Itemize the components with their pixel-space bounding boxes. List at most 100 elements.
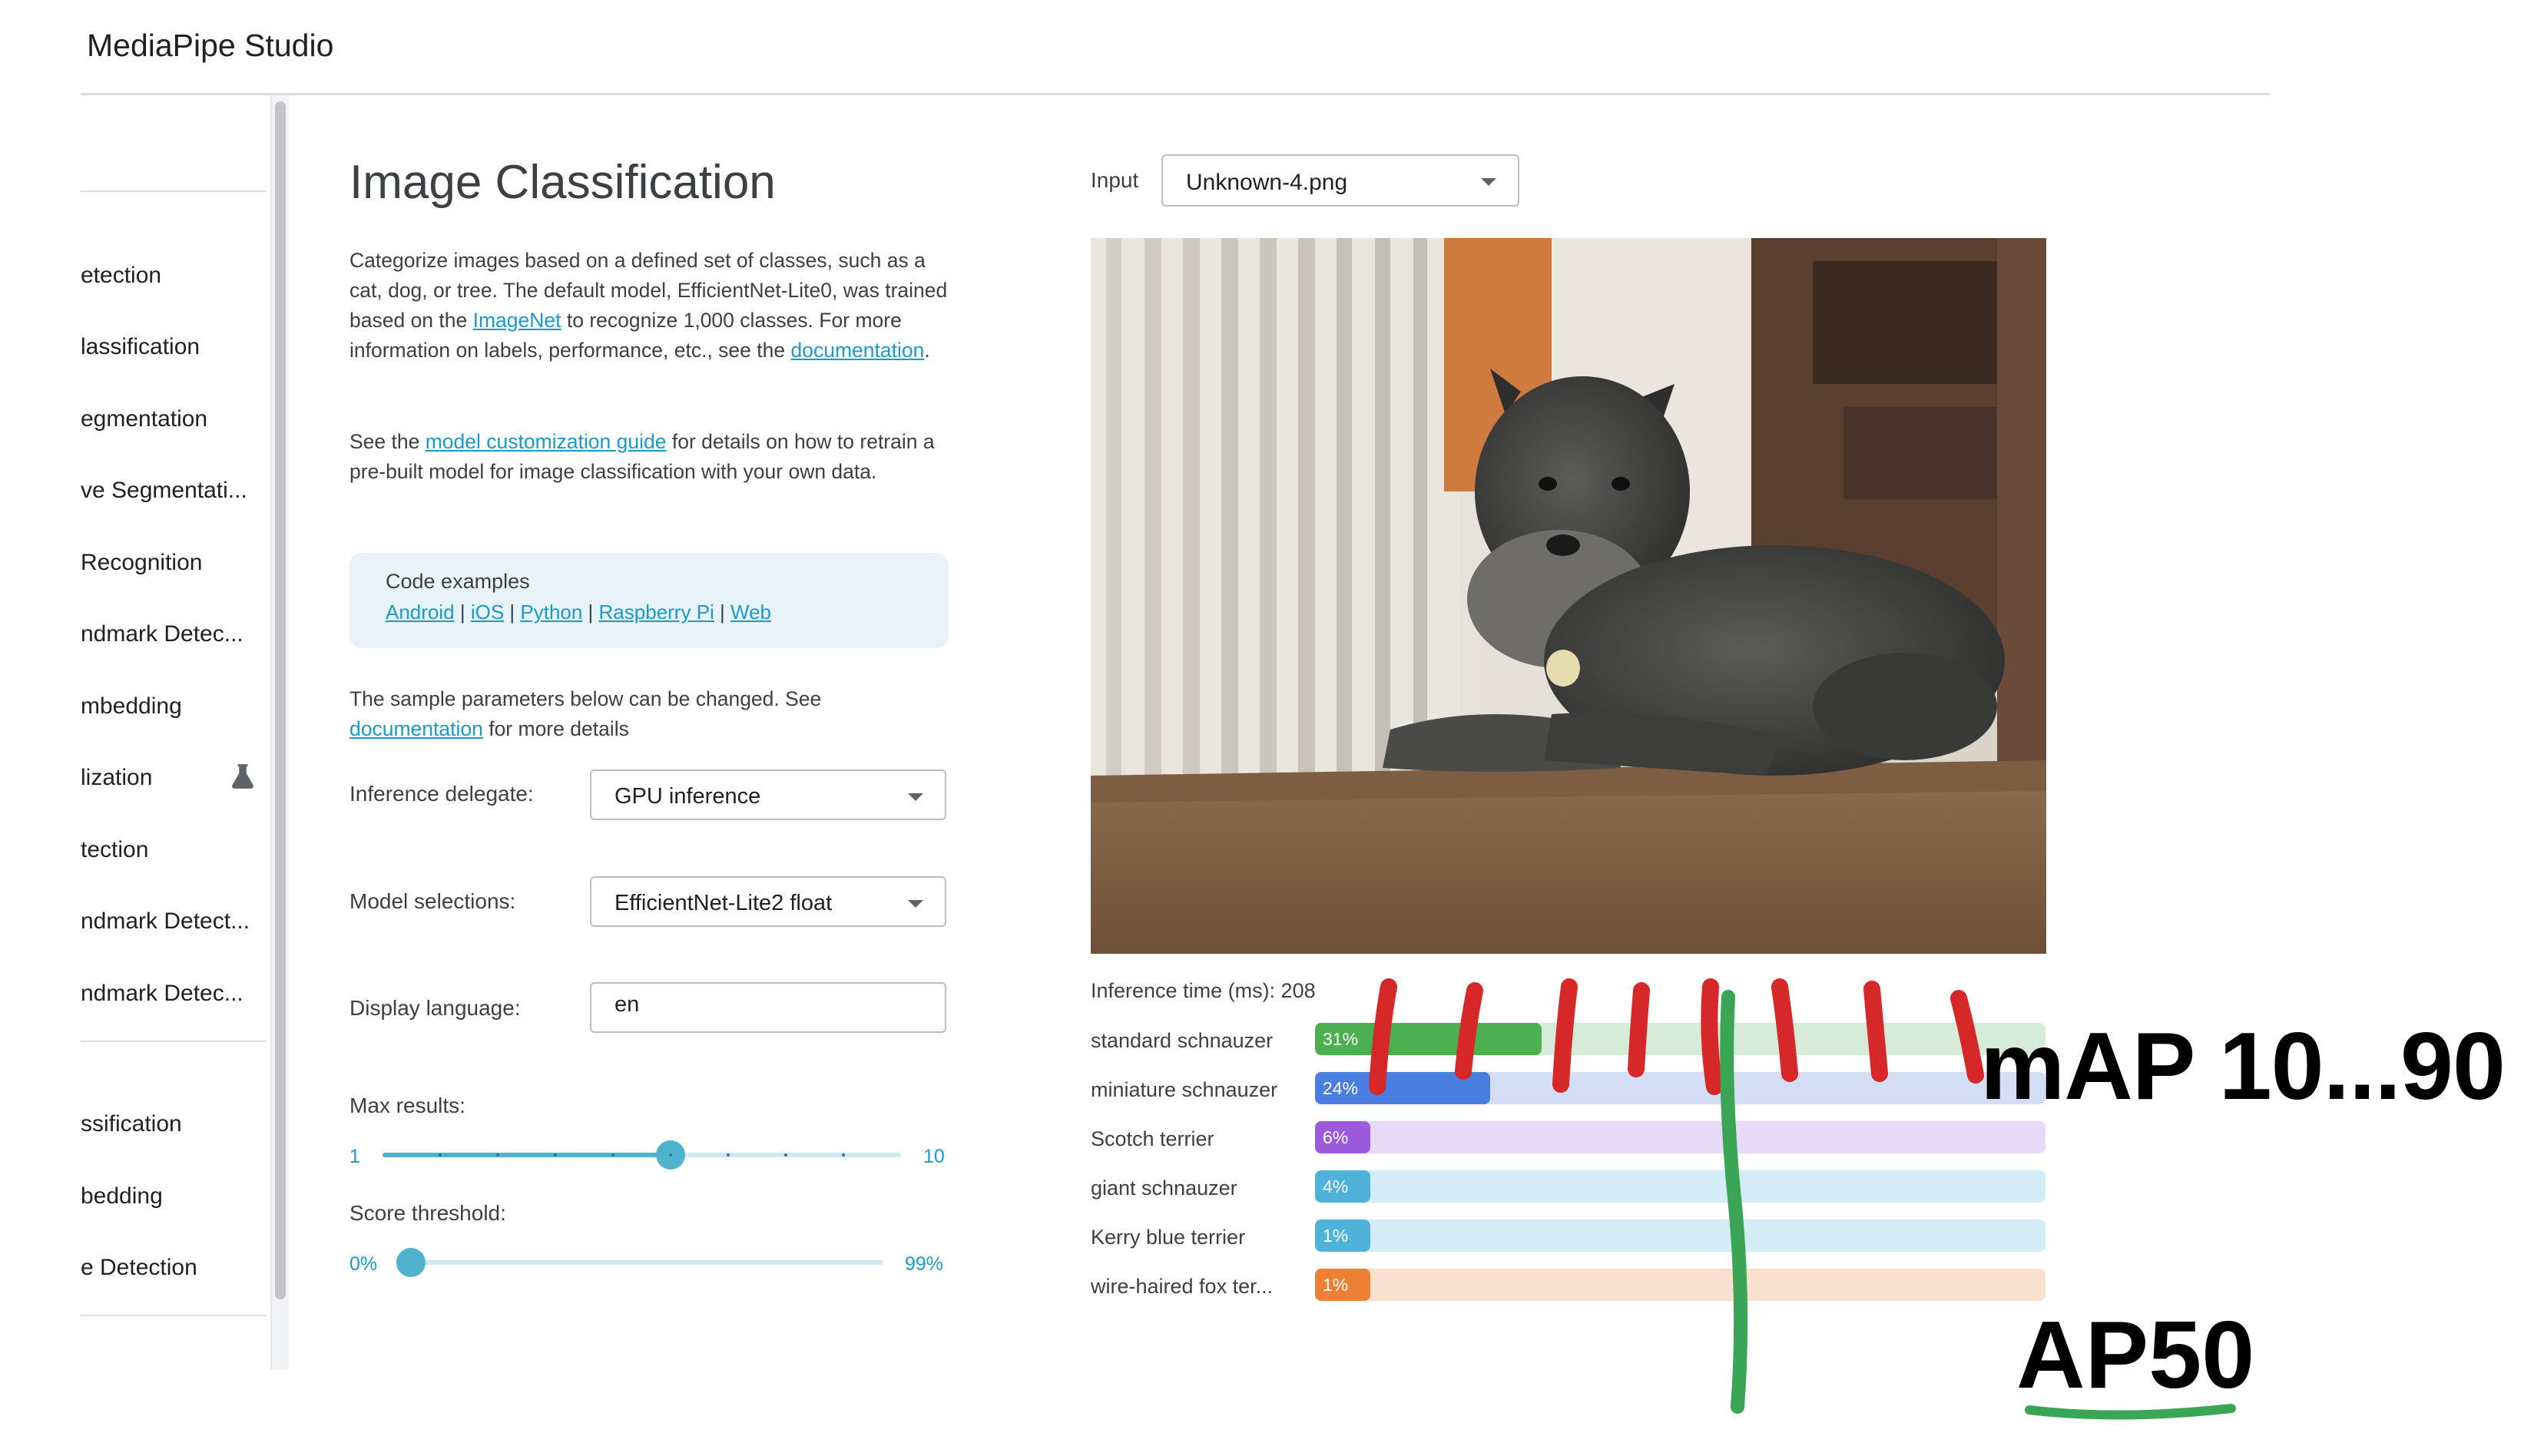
sidebar-item-object-detection[interactable]: etection bbox=[81, 263, 161, 289]
sidebar-item-stylization[interactable]: lization bbox=[81, 765, 152, 791]
params-text: for more details bbox=[482, 717, 629, 740]
documentation-link[interactable]: documentation bbox=[790, 339, 924, 362]
dropdown-caret-icon bbox=[908, 793, 923, 801]
result-label: wire-haired fox ter... bbox=[1091, 1275, 1274, 1298]
sidebar-item-image-segmentation[interactable]: egmentation bbox=[81, 406, 207, 432]
model-selections-label: Model selections: bbox=[349, 889, 516, 913]
slider-tick bbox=[496, 1153, 499, 1157]
result-bar-fill: 1% bbox=[1315, 1269, 1370, 1301]
schnauzer-photo bbox=[1091, 238, 2046, 954]
sidebar-item-text-embedding[interactable]: bedding bbox=[81, 1183, 163, 1209]
sidebar-item-text-classification[interactable]: ssification bbox=[81, 1111, 182, 1137]
header-divider bbox=[81, 93, 2270, 95]
result-label: Kerry blue terrier bbox=[1091, 1226, 1246, 1249]
score-threshold-label: Score threshold: bbox=[349, 1201, 506, 1225]
customization-note: See the model customization guide for de… bbox=[349, 427, 956, 487]
sidebar-divider bbox=[81, 1041, 267, 1042]
result-percent: 4% bbox=[1323, 1176, 1349, 1196]
code-examples-title: Code examples bbox=[386, 570, 530, 593]
scrollbar-thumb[interactable] bbox=[275, 101, 286, 1299]
result-bar-fill: 4% bbox=[1315, 1170, 1370, 1203]
code-examples-links: Android | iOS | Python | Raspberry Pi | … bbox=[386, 601, 771, 624]
sidebar-item-image-embedding[interactable]: mbedding bbox=[81, 693, 182, 720]
score-threshold-slider[interactable] bbox=[411, 1260, 883, 1265]
app-header: MediaPipe Studio bbox=[0, 0, 2274, 95]
params-note: The sample parameters below can be chang… bbox=[349, 684, 956, 744]
result-bar: 4% bbox=[1315, 1170, 2045, 1203]
slider-tick bbox=[669, 1153, 672, 1157]
dropdown-caret-icon bbox=[1481, 178, 1496, 186]
max-results-max: 10 bbox=[923, 1146, 945, 1167]
customization-text: See the bbox=[349, 430, 426, 453]
result-bar: 1% bbox=[1315, 1219, 2045, 1252]
sidebar-divider bbox=[81, 190, 267, 192]
slider-tick bbox=[727, 1153, 730, 1157]
score-threshold-max: 99% bbox=[905, 1253, 944, 1275]
sidebar-item-interactive-segmentation[interactable]: ve Segmentati... bbox=[81, 478, 247, 504]
max-results-label: Max results: bbox=[349, 1094, 465, 1117]
result-bar-fill: 24% bbox=[1315, 1072, 1490, 1104]
ap50-annotation: AP50 bbox=[2016, 1302, 2255, 1408]
sidebar-item-hand-landmark-detection[interactable]: ndmark Detec... bbox=[81, 621, 243, 647]
app-title: MediaPipe Studio bbox=[87, 28, 334, 63]
sidebar-scrollbar[interactable] bbox=[270, 95, 289, 1370]
display-language-label: Display language: bbox=[349, 996, 521, 1020]
result-label: standard schnauzer bbox=[1091, 1029, 1274, 1052]
slider-tick bbox=[784, 1153, 787, 1157]
inference-time: Inference time (ms): 208 bbox=[1091, 979, 1316, 1002]
display-language-input[interactable] bbox=[590, 982, 946, 1033]
model-value: EfficientNet-Lite2 float bbox=[614, 891, 833, 915]
result-label: Scotch terrier bbox=[1091, 1127, 1214, 1150]
result-bar-fill: 6% bbox=[1315, 1121, 1370, 1153]
flask-icon bbox=[232, 764, 253, 789]
result-bar: 31% bbox=[1315, 1023, 2045, 1055]
web-link[interactable]: Web bbox=[730, 601, 771, 624]
input-file-select[interactable]: Unknown-4.png bbox=[1161, 154, 1519, 207]
map-annotation: mAP 10...90 bbox=[1980, 1014, 2506, 1120]
sidebar-item-gesture-recognition[interactable]: Recognition bbox=[81, 550, 202, 576]
params-documentation-link[interactable]: documentation bbox=[349, 717, 483, 740]
params-text: The sample parameters below can be chang… bbox=[349, 687, 822, 710]
inference-delegate-select[interactable]: GPU inference bbox=[590, 769, 946, 820]
sidebar-item-face-detection[interactable]: tection bbox=[81, 837, 148, 863]
ios-link[interactable]: iOS bbox=[471, 601, 504, 624]
input-file-value: Unknown-4.png bbox=[1186, 170, 1348, 195]
result-label: giant schnauzer bbox=[1091, 1176, 1237, 1200]
result-label: miniature schnauzer bbox=[1091, 1078, 1278, 1101]
inference-delegate-label: Inference delegate: bbox=[349, 782, 534, 806]
max-results-min: 1 bbox=[349, 1146, 360, 1167]
code-examples-box: Code examples Android | iOS | Python | R… bbox=[349, 553, 949, 648]
result-percent: 1% bbox=[1323, 1275, 1349, 1295]
sidebar-item-image-classification[interactable]: lassification bbox=[81, 334, 200, 360]
page-title: Image Classification bbox=[349, 156, 776, 209]
imagenet-link[interactable]: ImageNet bbox=[473, 309, 561, 332]
sidebar-item-face-landmark-detection[interactable]: ndmark Detect... bbox=[81, 908, 250, 935]
result-bar: 6% bbox=[1315, 1121, 2045, 1153]
result-bar-fill: 1% bbox=[1315, 1219, 1370, 1252]
sidebar: etection lassification egmentation ve Se… bbox=[81, 95, 269, 1370]
result-percent: 24% bbox=[1323, 1078, 1359, 1098]
sidebar-item-pose-landmark-detection[interactable]: ndmark Detec... bbox=[81, 981, 243, 1007]
sidebar-item-language-detection[interactable]: e Detection bbox=[81, 1255, 197, 1281]
slider-tick bbox=[554, 1153, 557, 1157]
link-separator: | bbox=[504, 601, 521, 624]
balusters bbox=[1091, 238, 1459, 791]
max-results-slider[interactable] bbox=[383, 1153, 901, 1157]
result-percent: 1% bbox=[1323, 1226, 1349, 1246]
max-results-fill bbox=[383, 1153, 671, 1157]
sidebar-divider bbox=[81, 1315, 267, 1316]
customization-guide-link[interactable]: model customization guide bbox=[426, 430, 667, 453]
raspberry-pi-link[interactable]: Raspberry Pi bbox=[599, 601, 714, 624]
input-image bbox=[1091, 238, 2046, 954]
result-percent: 31% bbox=[1323, 1029, 1359, 1049]
input-label: Input bbox=[1091, 168, 1139, 192]
model-select[interactable]: EfficientNet-Lite2 float bbox=[590, 876, 946, 927]
inference-delegate-value: GPU inference bbox=[614, 784, 761, 809]
python-link[interactable]: Python bbox=[520, 601, 582, 624]
android-link[interactable]: Android bbox=[386, 601, 455, 624]
link-separator: | bbox=[454, 601, 471, 624]
description: Categorize images based on a defined set… bbox=[349, 246, 956, 366]
description-text: . bbox=[924, 339, 930, 362]
result-percent: 6% bbox=[1323, 1127, 1349, 1147]
score-threshold-thumb[interactable] bbox=[396, 1248, 426, 1277]
